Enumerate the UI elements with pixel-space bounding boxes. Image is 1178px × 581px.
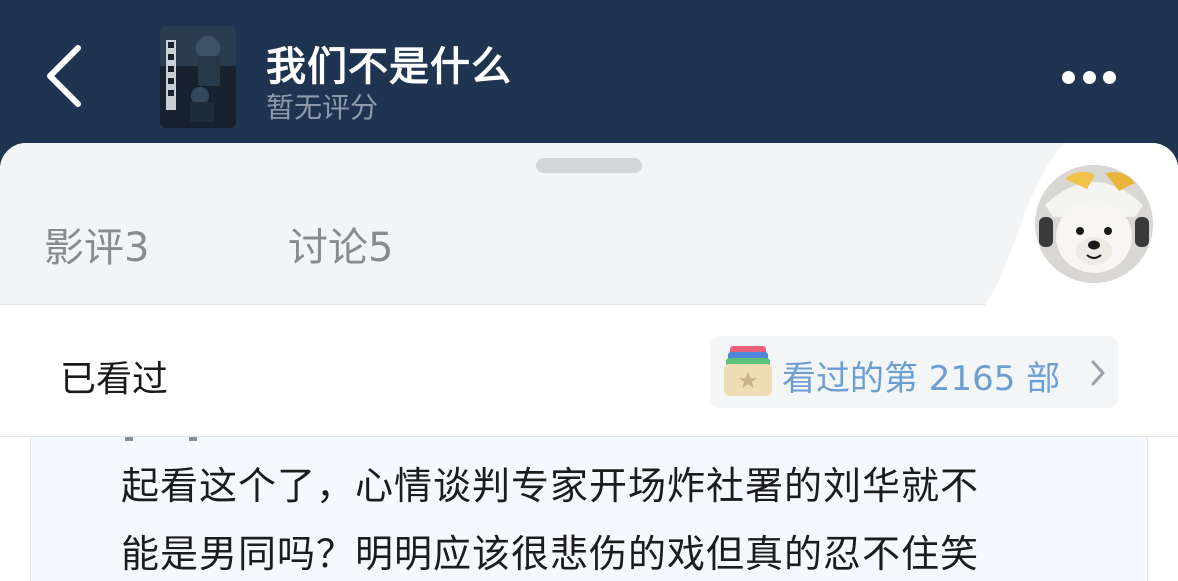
more-dots-icon (1062, 70, 1075, 84)
tab-bar: 影评3 讨论5 (0, 143, 1178, 305)
tab-reviews-count: 3 (124, 225, 150, 271)
watched-stack-icon (724, 346, 772, 396)
tab-discussion[interactable]: 讨论5 (288, 215, 393, 273)
review-text-line: 能是男同吗？明明应该很悲伤的戏但真的忍不住笑 (121, 532, 980, 576)
tab-reviews[interactable]: 影评3 (44, 215, 149, 273)
watched-status-row: 已看过 看过的第 2165 部 (0, 305, 1178, 437)
chevron-right-icon (1091, 360, 1105, 386)
clipped-text-mark (189, 437, 197, 441)
more-button[interactable] (1052, 56, 1126, 98)
rating-text: 暂无评分 (266, 91, 379, 124)
tab-discussion-count: 5 (368, 225, 394, 271)
bottom-sheet: 影评3 讨论5 已看过 看过的第 2165 部 起看这个了，心情谈判专家开场炸社… (0, 143, 1178, 581)
review-card[interactable]: 起看这个了，心情谈判专家开场炸社署的刘华就不 能是男同吗？明明应该很悲伤的戏但真… (30, 437, 1148, 581)
movie-poster[interactable] (160, 26, 236, 128)
watched-count-text: 看过的第 2165 部 (782, 359, 1061, 399)
dog-avatar-image (1035, 165, 1153, 283)
movie-title: 我们不是什么 (266, 44, 512, 90)
more-dots-icon (1103, 70, 1116, 84)
sheet-grabber[interactable] (536, 158, 642, 173)
watched-count-button[interactable]: 看过的第 2165 部 (710, 336, 1118, 408)
page: 我们不是什么 暂无评分 影评3 讨论5 已看过 看过的第 2165 部 起看这个… (0, 0, 1178, 581)
user-avatar[interactable] (1035, 165, 1153, 283)
watched-status-label: 已看过 (60, 359, 169, 400)
more-dots-icon (1082, 70, 1096, 84)
review-text-line: 起看这个了，心情谈判专家开场炸社署的刘华就不 (121, 464, 980, 508)
tab-reviews-label: 影评 (44, 225, 124, 271)
avatar-area (955, 143, 1178, 305)
clipped-text-mark (125, 437, 133, 441)
review-area: 起看这个了，心情谈判专家开场炸社署的刘华就不 能是男同吗？明明应该很悲伤的戏但真… (0, 437, 1178, 581)
back-button[interactable] (30, 36, 100, 116)
poster-art (160, 26, 236, 128)
back-chevron-icon (47, 45, 81, 107)
tab-discussion-label: 讨论 (288, 225, 368, 271)
